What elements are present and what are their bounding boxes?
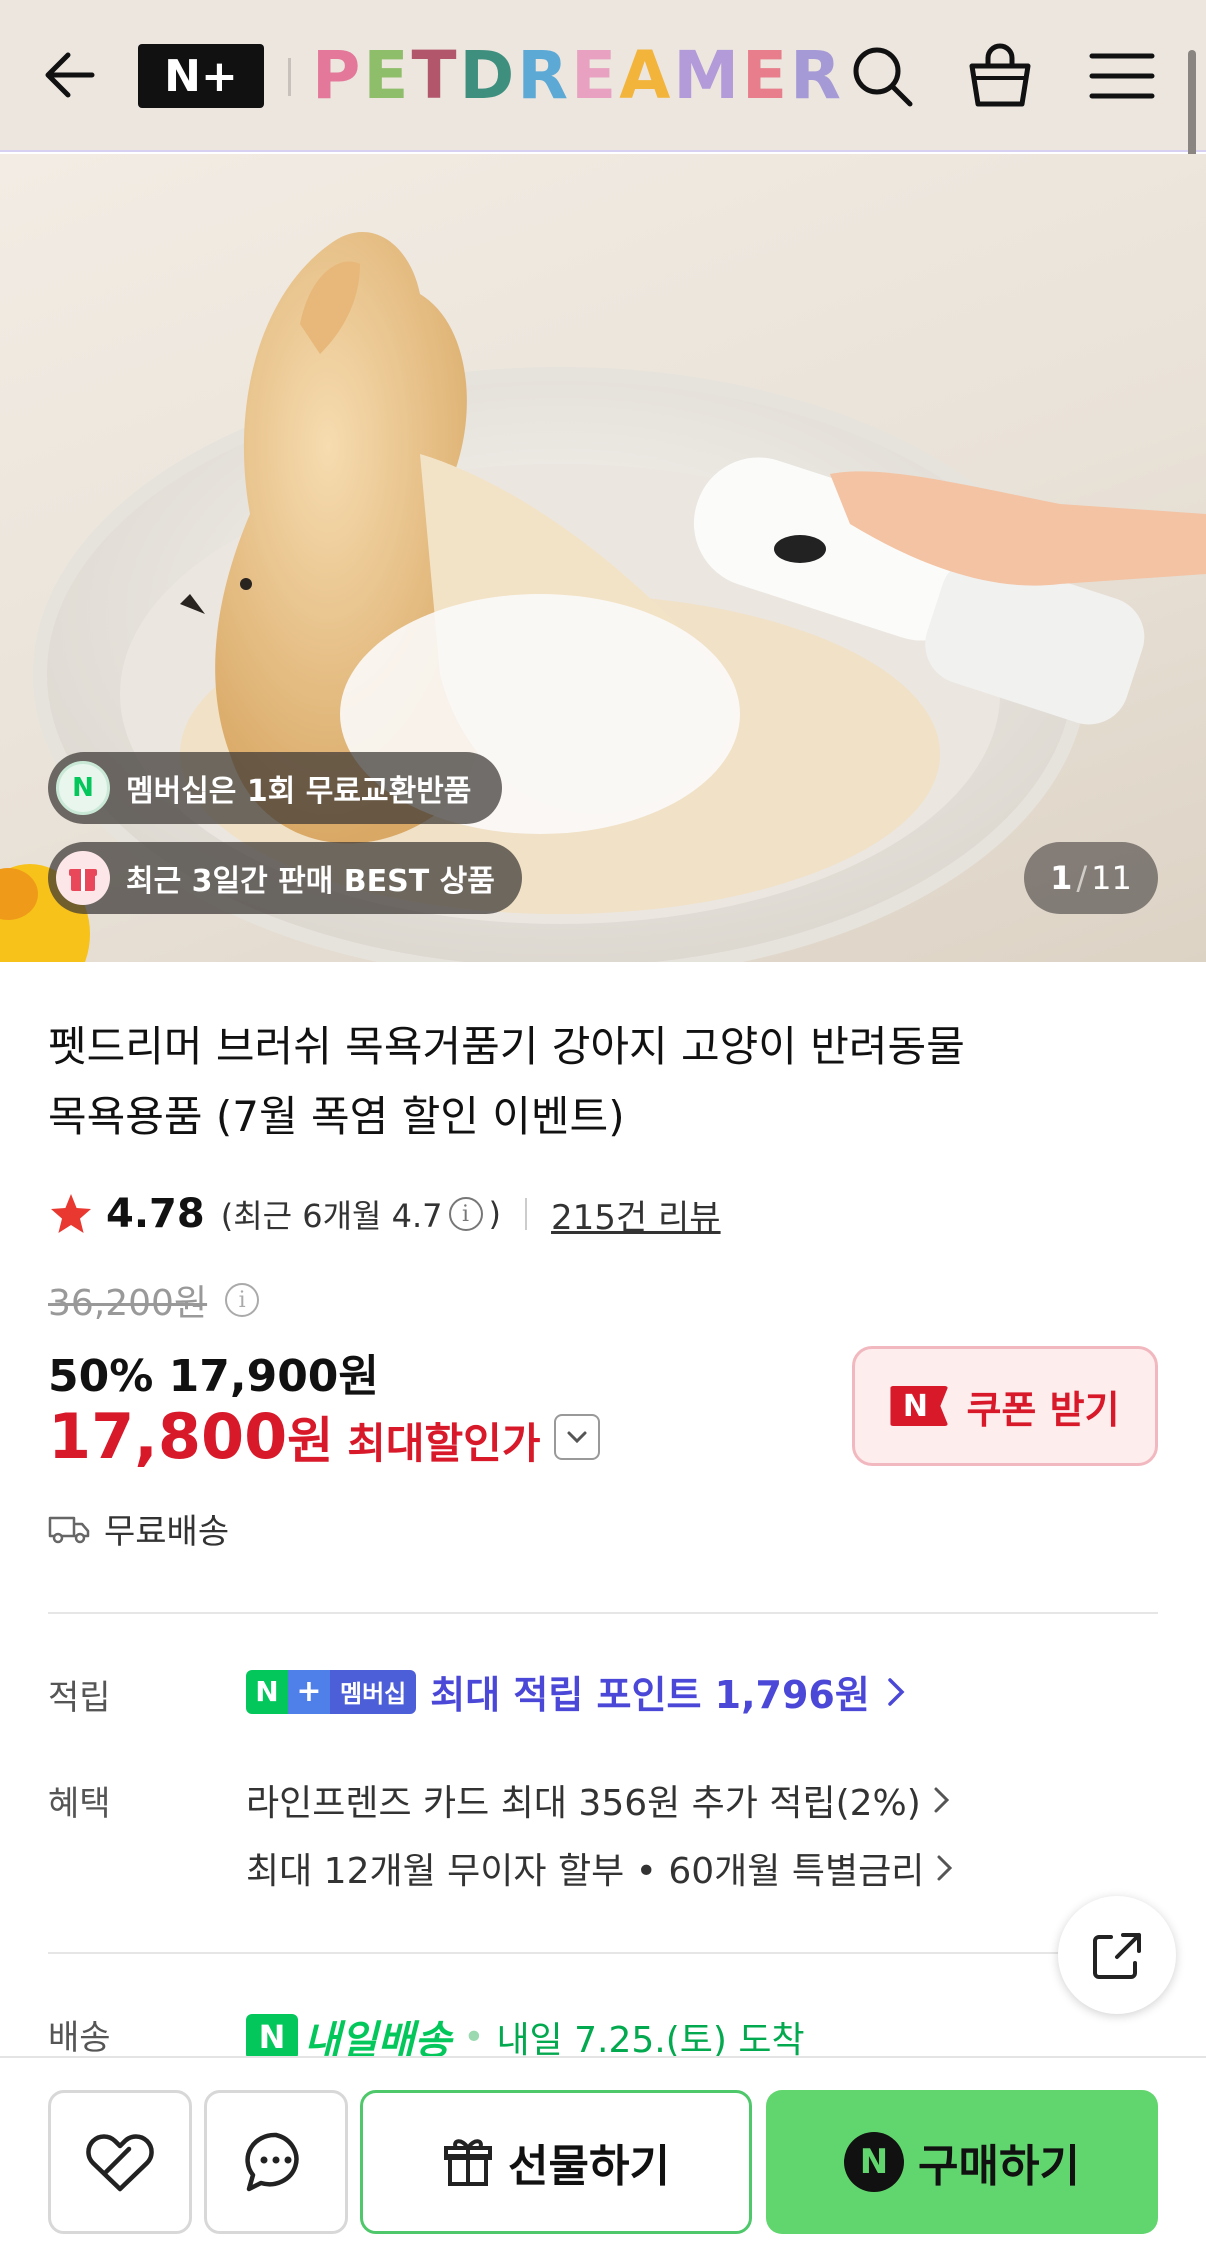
gift-button[interactable]: 선물하기 [360, 2090, 752, 2234]
gift-icon [444, 2139, 493, 2186]
back-arrow-icon [45, 52, 95, 98]
brand-letter: R [517, 37, 572, 114]
brand-letter: D [459, 37, 518, 114]
best-seller-text: 최근 3일간 판매 BEST 상품 [126, 864, 495, 899]
discount-price: 50% 17,900원 [48, 1351, 379, 1402]
brand-letter: E [363, 37, 412, 114]
naver-pay-n-icon: N [844, 2132, 905, 2192]
rating-divider [525, 1198, 528, 1230]
brand-letter: A [619, 37, 674, 114]
image-counter-separator: / [1076, 859, 1088, 897]
chevron-right-icon [888, 1677, 905, 1706]
membership-badge-n: N [246, 1669, 288, 1714]
benefits-label: 혜택 [48, 1784, 111, 1824]
card-benefit-link[interactable]: 라인프렌즈 카드 최대 356원 추가 적립(2%) [246, 1774, 953, 1826]
hamburger-menu-icon [1089, 53, 1155, 99]
gift-button-label: 선물하기 [508, 2141, 670, 2192]
image-counter-current: 1 [1050, 859, 1073, 897]
shopping-bag-icon [969, 43, 1031, 107]
star-icon [51, 1194, 91, 1233]
final-price: 17,800 [48, 1400, 288, 1473]
final-price-row[interactable]: 17,800 원 최대할인가 [48, 1400, 601, 1473]
rating-row: 4.78 (최근 6개월 4.7 i ) 215건 리뷰 [48, 1186, 721, 1242]
brand-letter: E [742, 37, 791, 114]
nplus-logo-text: N+ [164, 50, 238, 102]
buy-button-label: 구매하기 [918, 2141, 1080, 2192]
installment-benefit-link[interactable]: 최대 12개월 무이자 할부 • 60개월 특별금리 [246, 1842, 956, 1894]
final-price-unit: 원 [287, 1412, 334, 1470]
section-divider [48, 1952, 1058, 1954]
brand-letter: T [411, 37, 460, 114]
image-counter: 1 / 11 [1024, 842, 1158, 914]
search-icon [853, 47, 913, 107]
max-discount-label: 최대할인가 [347, 1419, 541, 1468]
search-button[interactable] [844, 38, 920, 114]
membership-return-text: 멤버십은 1회 무료교환반품 [126, 774, 472, 809]
image-counter-total: 11 [1091, 859, 1132, 897]
rating-score: 4.78 [106, 1191, 205, 1237]
bottom-action-bar: 선물하기 N 구매하기 [0, 2056, 1206, 2263]
brand-letter: R [790, 37, 844, 114]
chevron-right-icon [934, 1787, 949, 1813]
naver-coupon-icon: N [890, 1386, 949, 1426]
back-button[interactable] [36, 40, 106, 110]
recent-rating-text: (최근 6개월 4.7 [220, 1197, 443, 1235]
truck-icon [48, 1516, 90, 1543]
chat-bubble-icon [245, 2132, 299, 2192]
shipping-label: 배송 [48, 2018, 111, 2058]
petdreamer-brand-logo[interactable]: PETDREAMER [312, 36, 844, 116]
nplus-membership-badge: N + 멤버십 [246, 1669, 417, 1714]
chevron-down-icon[interactable] [554, 1413, 601, 1460]
original-price-row: 36,200원 i [48, 1274, 265, 1326]
wishlist-button[interactable] [48, 2090, 192, 2234]
chevron-right-icon [937, 1855, 953, 1881]
original-price: 36,200원 [48, 1283, 208, 1324]
share-icon [1093, 1933, 1141, 1979]
price-info-icon[interactable]: i [225, 1283, 260, 1317]
gift-box-icon [56, 851, 110, 905]
recent-rating-close: ) [488, 1195, 502, 1233]
review-count-link[interactable]: 215건 리뷰 [551, 1190, 721, 1239]
best-seller-badge: 최근 3일간 판매 BEST 상품 [48, 842, 522, 914]
free-delivery-text: 무료배송 [104, 1512, 230, 1552]
header-divider [288, 58, 291, 96]
section-divider [48, 1612, 1158, 1614]
nplus-logo[interactable]: N+ [138, 44, 264, 108]
brand-letter: E [571, 37, 620, 114]
membership-return-badge: N 멤버십은 1회 무료교환반품 [48, 752, 502, 824]
share-button[interactable] [1058, 1896, 1176, 2014]
product-title: 펫드리머 브러쉬 목욕거품기 강아지 고양이 반려동물 목욕용품 (7월 폭염 … [48, 1012, 1128, 1152]
menu-button[interactable] [1084, 38, 1160, 114]
brand-letter: M [673, 37, 742, 114]
membership-badge-text: 멤버십 [330, 1669, 417, 1714]
heart-icon [86, 2134, 154, 2192]
shipping-dot: • [463, 2016, 485, 2058]
max-points-text: 최대 적립 포인트 1,796원 [430, 1673, 870, 1717]
free-delivery-row: 무료배송 [48, 1504, 229, 1553]
product-title-line1: 펫드리머 브러쉬 목욕거품기 강아지 고양이 반려동물 [48, 1022, 965, 1071]
product-title-line2: 목욕용품 (7월 폭염 할인 이벤트) [48, 1092, 625, 1141]
talk-talk-button[interactable] [204, 2090, 348, 2234]
top-header: N+ PETDREAMER [0, 0, 1206, 220]
card-benefit-text: 라인프렌즈 카드 최대 356원 추가 적립(2%) [246, 1783, 921, 1824]
naver-delivery-truck-icon: N [246, 2014, 298, 2060]
coupon-button-label: 쿠폰 받기 [966, 1387, 1120, 1432]
info-icon[interactable]: i [448, 1197, 483, 1231]
membership-badge-plus: + [288, 1669, 330, 1714]
product-image-carousel[interactable]: N 멤버십은 1회 무료교환반품 최근 3일간 판매 BEST 상품 1 / 1… [0, 154, 1206, 962]
naver-n-icon: N [56, 761, 110, 815]
coupon-button[interactable]: N 쿠폰 받기 [852, 1346, 1158, 1466]
product-photo [0, 232, 1206, 962]
cart-button[interactable] [962, 38, 1038, 114]
buy-button[interactable]: N 구매하기 [766, 2090, 1158, 2234]
points-label: 적립 [48, 1678, 111, 1718]
installment-benefit-text: 최대 12개월 무이자 할부 • 60개월 특별금리 [246, 1851, 925, 1892]
membership-points-row[interactable]: N + 멤버십 최대 적립 포인트 1,796원 [246, 1664, 908, 1719]
brand-letter: P [312, 37, 364, 114]
